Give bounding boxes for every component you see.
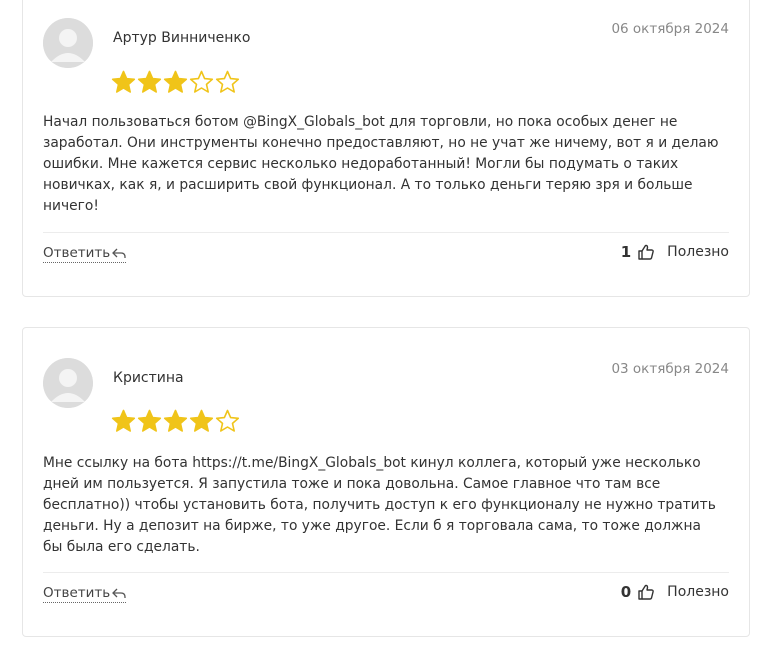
- avatar: [43, 18, 93, 68]
- reply-label: Ответить: [43, 585, 111, 601]
- divider: [43, 232, 729, 233]
- star-filled-icon: [137, 70, 162, 93]
- star-filled-icon: [111, 70, 136, 93]
- reply-label: Ответить: [43, 245, 111, 261]
- reply-button[interactable]: Ответить: [43, 585, 127, 603]
- star-empty-icon: [215, 70, 240, 93]
- divider: [43, 572, 729, 573]
- star-filled-icon: [163, 70, 188, 93]
- reply-arrow-icon: [112, 248, 126, 258]
- review-card: Артур Винниченко 06 октября 2024 Начал п…: [22, 0, 750, 297]
- review-author: Кристина: [113, 370, 184, 386]
- star-filled-icon: [163, 409, 188, 432]
- helpful-button[interactable]: Полезно: [667, 244, 729, 260]
- review-author: Артур Винниченко: [113, 30, 251, 46]
- thumbs-up-icon[interactable]: [637, 243, 655, 261]
- helpful-block: 1 Полезно: [621, 243, 729, 261]
- helpful-button[interactable]: Полезно: [667, 584, 729, 600]
- reply-arrow-icon: [112, 588, 126, 598]
- star-filled-icon: [189, 409, 214, 432]
- star-filled-icon: [137, 409, 162, 432]
- thumbs-up-icon[interactable]: [637, 583, 655, 601]
- review-text: Начал пользоваться ботом @BingX_Globals_…: [43, 114, 719, 214]
- review-date: 03 октября 2024: [611, 361, 729, 377]
- reply-button[interactable]: Ответить: [43, 245, 127, 263]
- star-rating: [111, 70, 240, 95]
- review-date: 06 октября 2024: [611, 21, 729, 37]
- star-filled-icon: [111, 409, 136, 432]
- avatar: [43, 358, 93, 408]
- helpful-count: 0: [620, 583, 632, 601]
- star-empty-icon: [215, 409, 240, 432]
- review-text: Мне ссылку на бота https://t.me/BingX_Gl…: [43, 455, 716, 555]
- helpful-count: 1: [620, 243, 632, 261]
- review-card: Кристина 03 октября 2024 Мне ссылку на б…: [22, 327, 750, 637]
- helpful-block: 0 Полезно: [621, 583, 729, 601]
- star-empty-icon: [189, 70, 214, 93]
- star-rating: [111, 409, 240, 434]
